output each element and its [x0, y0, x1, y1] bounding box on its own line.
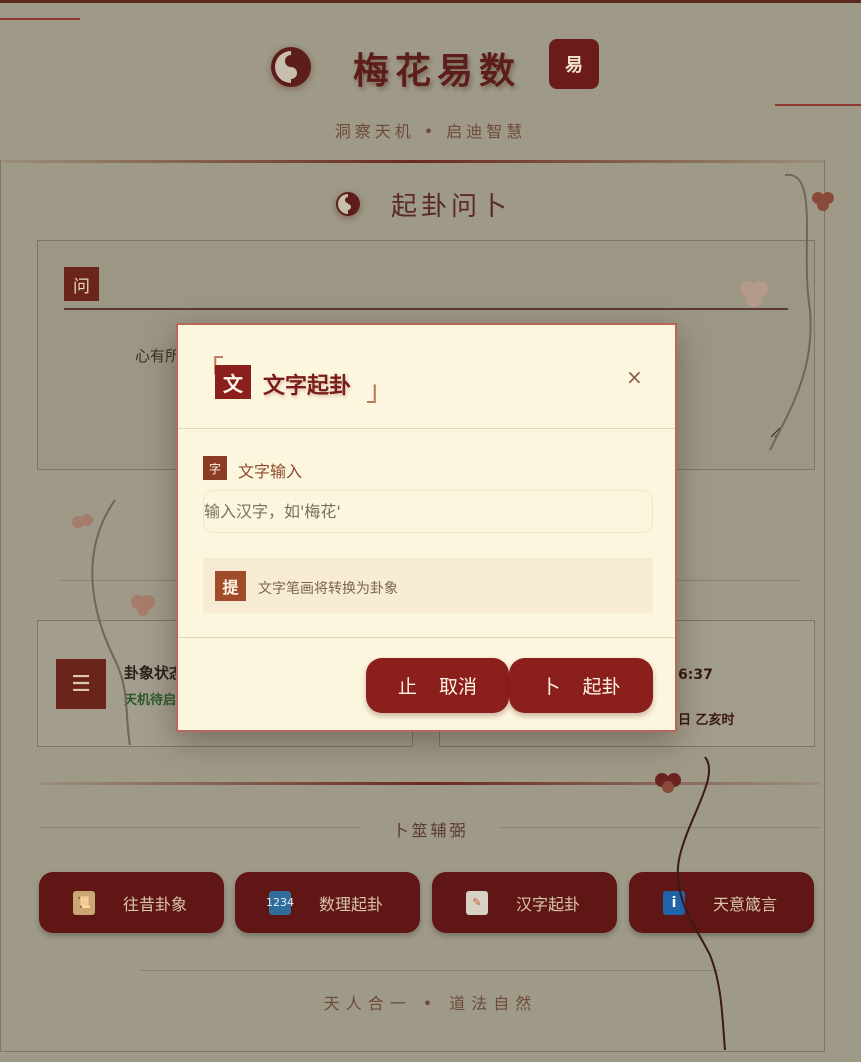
seal-badge: 易 — [549, 39, 599, 89]
header-ornament-line — [775, 104, 861, 106]
tools-title: 卜筮辅弼 — [392, 821, 469, 840]
section-title: 起卦问卜 — [391, 192, 512, 222]
cancel-button-label: 取消 — [439, 676, 478, 698]
text-input[interactable] — [203, 490, 653, 533]
cast-button[interactable]: 卜 起卦 — [509, 658, 653, 713]
app-title: 梅花易数 — [353, 50, 522, 92]
footer-motto: 天人合一 • 道法自然 — [323, 994, 538, 1013]
divination-icon: 卜 — [541, 676, 561, 698]
dialog-header: 「 文 文字起卦 」 × — [178, 325, 675, 429]
time-card-time: 6:37 — [678, 667, 713, 683]
number-divination-button-label: 数理起卦 — [319, 894, 384, 914]
question-badge: 问 — [64, 267, 99, 301]
numbers-icon: 1234 — [266, 890, 294, 915]
history-button[interactable]: 📜 往昔卦象 — [39, 872, 224, 933]
dialog-title: 文字起卦 — [263, 374, 352, 399]
time-card-date: 日 乙亥时 — [678, 713, 735, 728]
taiji-icon — [271, 47, 311, 87]
field-label: 文字输入 — [238, 462, 303, 481]
oracle-button-label: 天意箴言 — [713, 894, 778, 914]
number-divination-button[interactable]: 1234 数理起卦 — [235, 872, 420, 933]
app-subtitle: 洞察天机 • 启迪智慧 — [334, 122, 527, 141]
cancel-button[interactable]: 止 取消 — [366, 658, 509, 713]
header-ornament-line — [0, 18, 80, 20]
text-divination-dialog: 「 文 文字起卦 」 × 字 文字输入 提 文字笔画将转换为卦象 止 取消 卜 … — [176, 323, 677, 732]
character-divination-button[interactable]: ✎ 汉字起卦 — [432, 872, 617, 933]
scroll-icon: 📜 — [73, 890, 95, 915]
close-icon[interactable]: × — [626, 365, 643, 389]
menu-icon: ☰ — [56, 659, 106, 709]
status-card-status: 天机待启 — [124, 693, 177, 708]
question-underline — [64, 308, 788, 310]
resize-handle-icon[interactable] — [769, 426, 781, 438]
tip-text: 文字笔画将转换为卦象 — [258, 581, 398, 597]
memo-icon: ✎ — [466, 890, 488, 915]
question-textarea[interactable]: 心有所 — [135, 345, 180, 366]
character-divination-button-label: 汉字起卦 — [516, 894, 581, 914]
bracket-ornament: 」 — [366, 374, 395, 407]
header: 梅花易数 易 洞察天机 • 启迪智慧 — [0, 0, 861, 160]
history-button-label: 往昔卦象 — [123, 894, 188, 914]
field-badge: 字 — [203, 456, 227, 480]
info-icon: i — [663, 890, 685, 915]
oracle-button[interactable]: i 天意箴言 — [629, 872, 814, 933]
divider — [140, 970, 720, 971]
text-icon: 文 — [215, 365, 251, 399]
divider — [40, 782, 820, 785]
cast-button-label: 起卦 — [582, 676, 621, 698]
tip-box: 提 文字笔画将转换为卦象 — [203, 558, 653, 613]
tip-badge: 提 — [215, 571, 246, 601]
dialog-footer-divider — [178, 637, 675, 638]
status-card-title: 卦象状态 — [124, 664, 185, 682]
taiji-icon — [336, 192, 360, 216]
stop-icon: 止 — [397, 676, 417, 698]
